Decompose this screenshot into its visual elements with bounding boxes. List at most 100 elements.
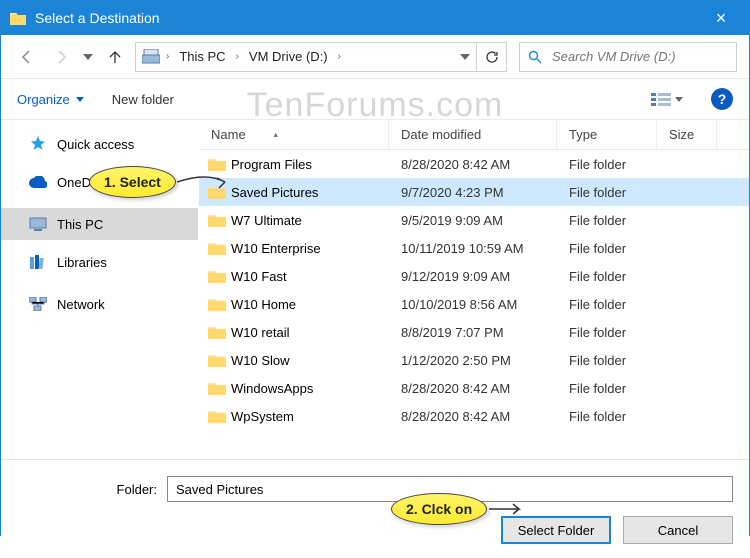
folder-row: Folder: [17, 476, 733, 502]
up-button[interactable] [101, 43, 129, 71]
file-row[interactable]: WindowsApps8/28/2020 8:42 AMFile folder [199, 374, 749, 402]
file-date: 10/10/2019 8:56 AM [389, 297, 557, 312]
file-date: 8/28/2020 8:42 AM [389, 157, 557, 172]
file-name: W10 retail [227, 325, 389, 340]
address-bar[interactable]: › This PC › VM Drive (D:) › [135, 42, 477, 72]
breadcrumb[interactable]: This PC [175, 47, 229, 66]
refresh-button[interactable] [477, 42, 507, 72]
file-row[interactable]: W10 retail8/8/2019 7:07 PMFile folder [199, 318, 749, 346]
back-button[interactable] [13, 43, 41, 71]
folder-icon [199, 409, 227, 423]
callout-2: 2. Clck on [391, 493, 487, 525]
sidebar-item-label: Network [57, 297, 105, 312]
sidebar-item-label: This PC [57, 217, 103, 232]
close-button[interactable]: × [701, 8, 741, 29]
file-row[interactable]: W7 Ultimate9/5/2019 9:09 AMFile folder [199, 206, 749, 234]
file-type: File folder [557, 325, 657, 340]
folder-icon [199, 157, 227, 171]
file-name: Program Files [227, 157, 389, 172]
file-name: Saved Pictures [227, 185, 389, 200]
cancel-button[interactable]: Cancel [623, 516, 733, 544]
column-name-label: Name [211, 127, 246, 142]
folder-icon [199, 353, 227, 367]
file-name: WpSystem [227, 409, 389, 424]
toolbar: Organize New folder ? [1, 79, 749, 119]
cloud-icon [29, 176, 47, 188]
file-type: File folder [557, 269, 657, 284]
breadcrumb[interactable]: VM Drive (D:) [245, 47, 332, 66]
address-dropdown-icon[interactable] [460, 54, 470, 60]
forward-button[interactable] [47, 43, 75, 71]
folder-icon [199, 381, 227, 395]
folder-icon [199, 325, 227, 339]
file-row[interactable]: Saved Pictures9/7/2020 4:23 PMFile folde… [199, 178, 749, 206]
file-type: File folder [557, 409, 657, 424]
callout-2-label: 2. Clck on [391, 493, 487, 525]
bottom-panel: Folder: Select Folder Cancel [1, 459, 749, 558]
sidebar-item-network[interactable]: Network [1, 288, 198, 320]
callout-1: 1. Select [89, 166, 176, 198]
sidebar-item-libraries[interactable]: Libraries [1, 246, 198, 278]
folder-icon [199, 297, 227, 311]
recent-dropdown-icon[interactable] [81, 43, 95, 71]
column-name[interactable]: Name ▴ [199, 120, 389, 149]
sidebar-item-quick-access[interactable]: Quick access [1, 128, 198, 160]
file-date: 9/5/2019 9:09 AM [389, 213, 557, 228]
file-type: File folder [557, 213, 657, 228]
column-date[interactable]: Date modified [389, 120, 557, 149]
file-date: 9/12/2019 9:09 AM [389, 269, 557, 284]
file-type: File folder [557, 297, 657, 312]
sort-asc-icon: ▴ [274, 130, 278, 139]
new-folder-button[interactable]: New folder [112, 92, 174, 107]
file-row[interactable]: Program Files8/28/2020 8:42 AMFile folde… [199, 150, 749, 178]
file-date: 8/8/2019 7:07 PM [389, 325, 557, 340]
navbar: › This PC › VM Drive (D:) › [1, 35, 749, 79]
pc-icon [29, 217, 47, 231]
sidebar-item-this-pc[interactable]: This PC [1, 208, 198, 240]
callout-1-label: 1. Select [89, 166, 176, 198]
lib-icon [29, 255, 47, 269]
folder-icon [199, 213, 227, 227]
file-name: W10 Slow [227, 353, 389, 368]
folder-label: Folder: [17, 482, 157, 497]
chevron-right-icon[interactable]: › [338, 51, 341, 62]
folder-icon [9, 11, 27, 25]
window-title: Select a Destination [35, 10, 701, 26]
file-row[interactable]: W10 Slow1/12/2020 2:50 PMFile folder [199, 346, 749, 374]
file-row[interactable]: W10 Enterprise10/11/2019 10:59 AMFile fo… [199, 234, 749, 262]
column-size[interactable]: Size [657, 120, 717, 149]
titlebar: Select a Destination × [1, 1, 749, 35]
folder-icon [199, 241, 227, 255]
file-list: Name ▴ Date modified Type Size Program F… [199, 120, 749, 459]
column-type[interactable]: Type [557, 120, 657, 149]
chevron-right-icon[interactable]: › [236, 51, 239, 62]
net-icon [29, 297, 47, 311]
file-type: File folder [557, 381, 657, 396]
file-date: 1/12/2020 2:50 PM [389, 353, 557, 368]
drive-icon [142, 49, 160, 65]
file-name: WindowsApps [227, 381, 389, 396]
file-name: W10 Fast [227, 269, 389, 284]
file-type: File folder [557, 185, 657, 200]
chevron-right-icon[interactable]: › [166, 51, 169, 62]
file-type: File folder [557, 353, 657, 368]
file-name: W7 Ultimate [227, 213, 389, 228]
search-box[interactable] [519, 42, 737, 72]
file-name: W10 Enterprise [227, 241, 389, 256]
file-type: File folder [557, 157, 657, 172]
file-row[interactable]: W10 Fast9/12/2019 9:09 AMFile folder [199, 262, 749, 290]
button-row: Select Folder Cancel [17, 516, 733, 544]
view-button[interactable] [651, 92, 683, 106]
file-date: 10/11/2019 10:59 AM [389, 241, 557, 256]
file-type: File folder [557, 241, 657, 256]
organize-button[interactable]: Organize [17, 92, 84, 107]
file-date: 9/7/2020 4:23 PM [389, 185, 557, 200]
file-row[interactable]: WpSystem8/28/2020 8:42 AMFile folder [199, 402, 749, 430]
organize-label: Organize [17, 92, 70, 107]
file-date: 8/28/2020 8:42 AM [389, 381, 557, 396]
sidebar-item-label: Quick access [57, 137, 134, 152]
column-headers: Name ▴ Date modified Type Size [199, 120, 749, 150]
help-button[interactable]: ? [711, 88, 733, 110]
search-input[interactable] [550, 48, 732, 65]
file-row[interactable]: W10 Home10/10/2019 8:56 AMFile folder [199, 290, 749, 318]
